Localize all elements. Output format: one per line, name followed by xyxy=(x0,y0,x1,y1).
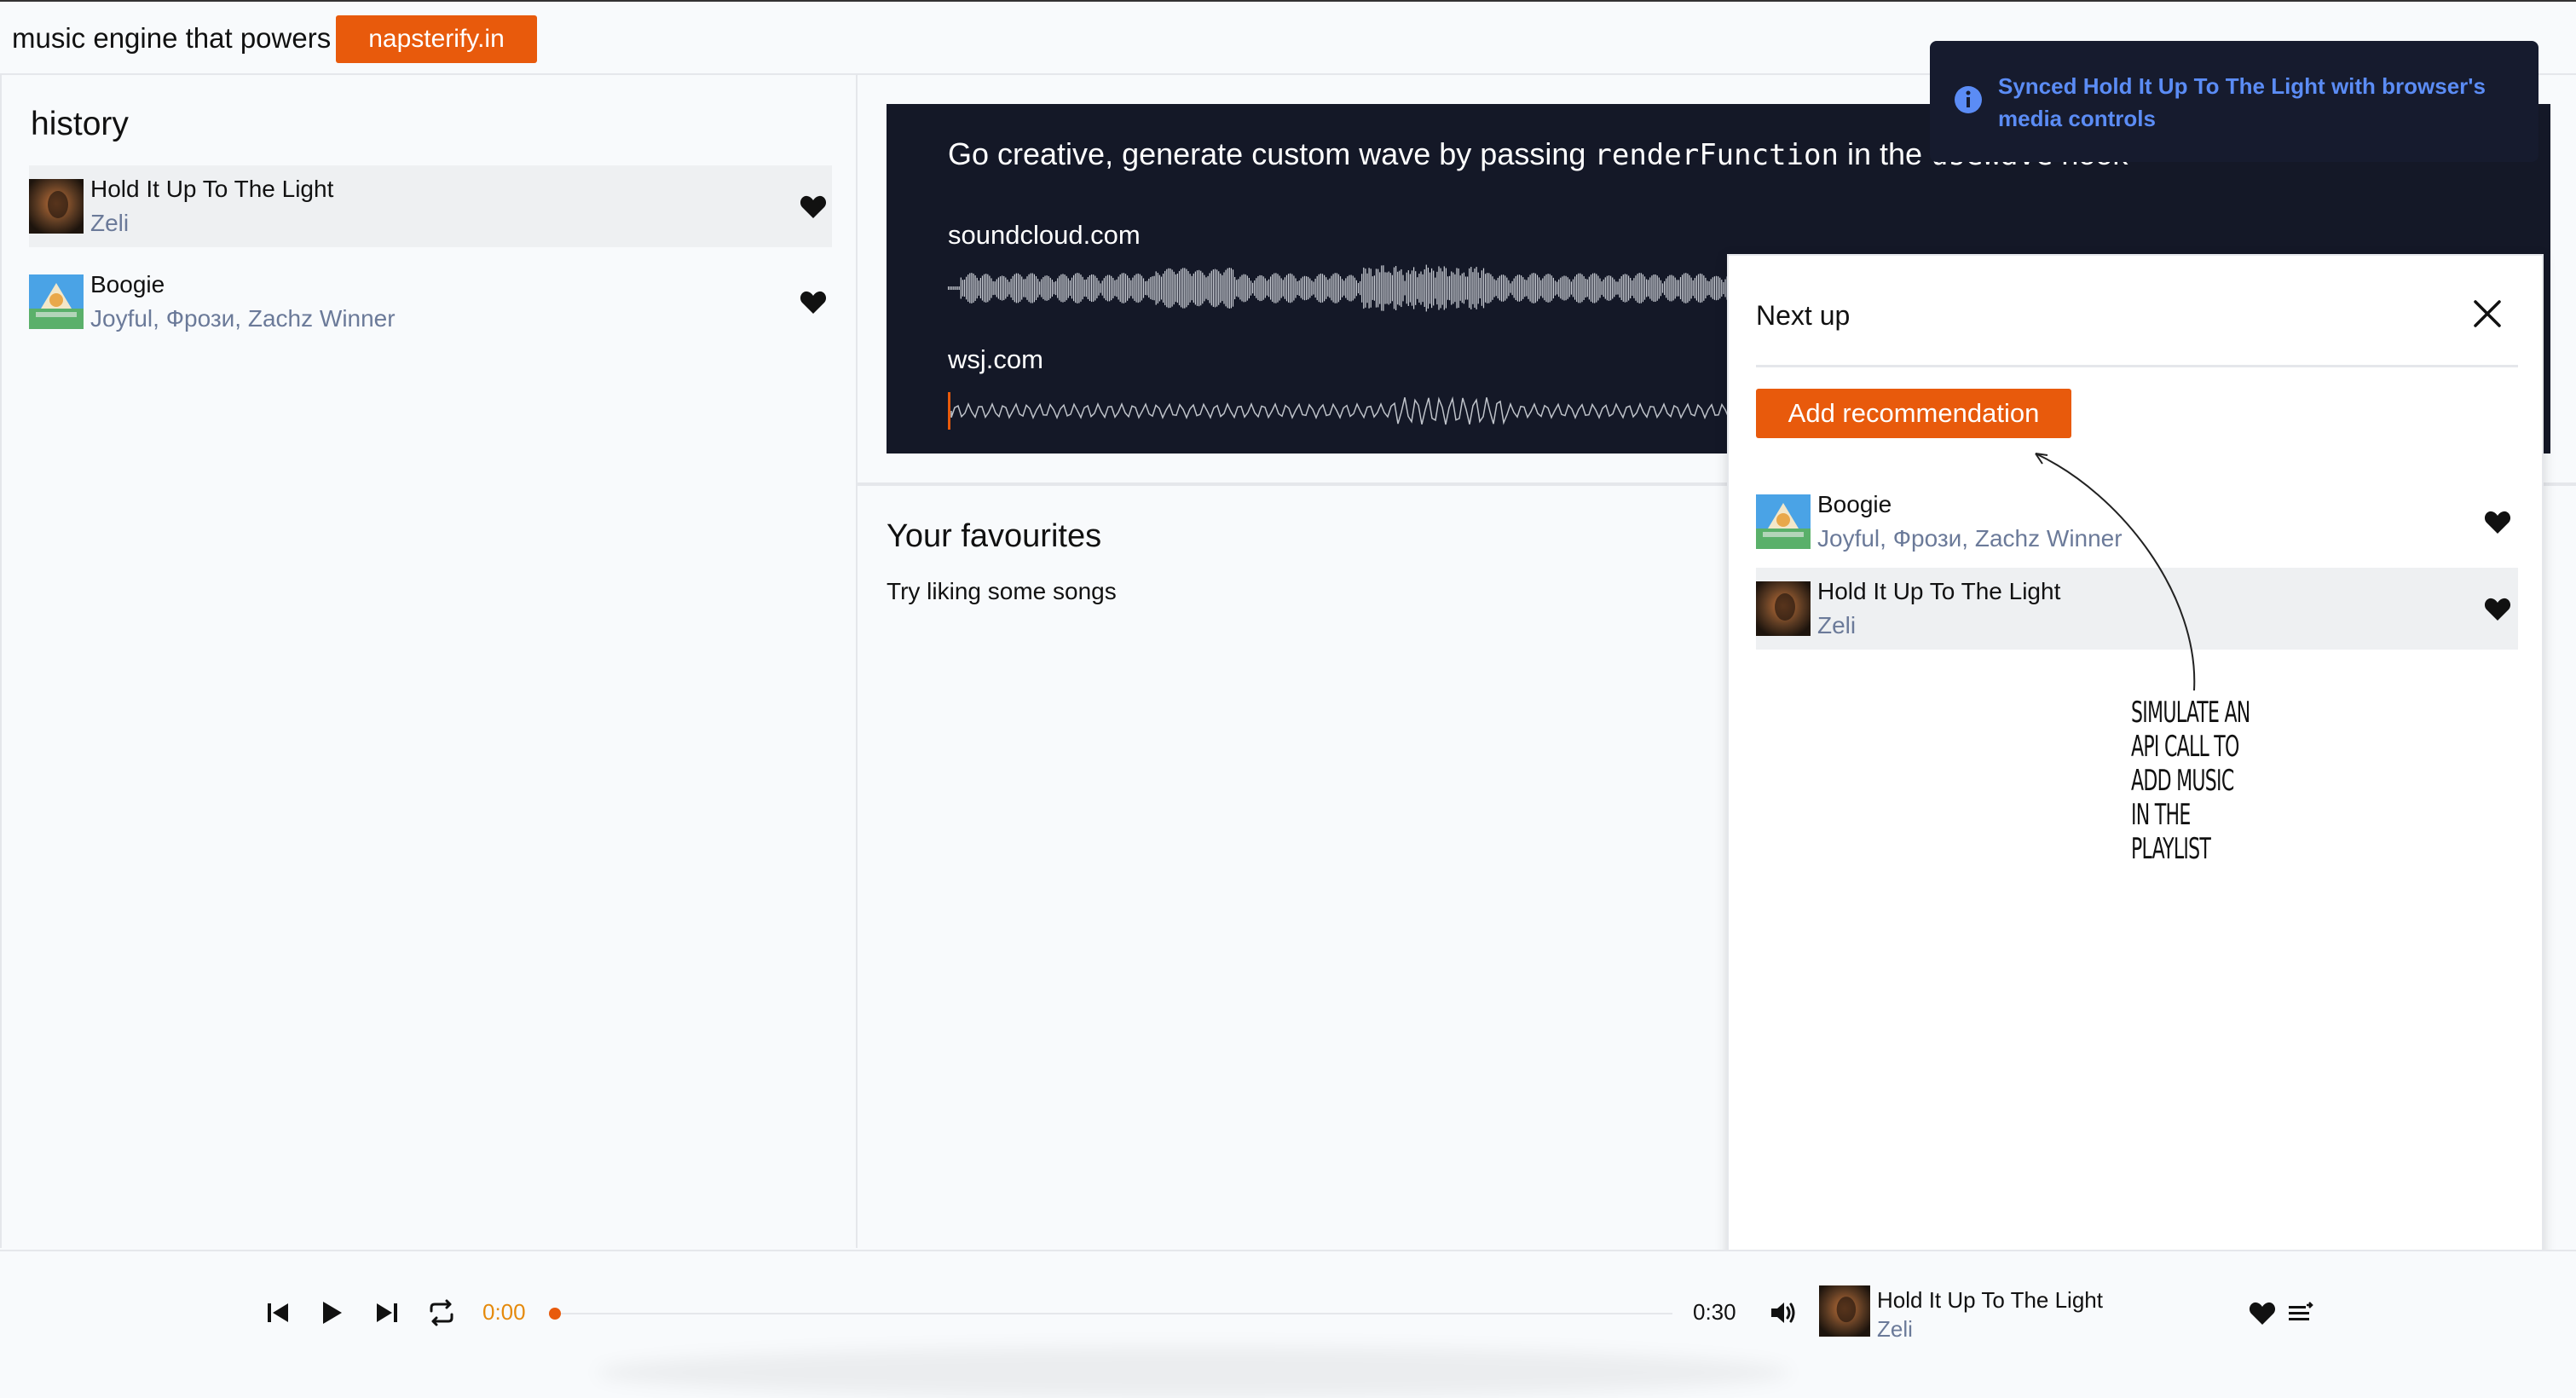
panel-divider xyxy=(1756,365,2518,367)
track-title: Hold It Up To The Light xyxy=(90,176,334,202)
queue-icon[interactable] xyxy=(2286,1297,2317,1328)
wsj-waveform[interactable] xyxy=(948,385,1800,436)
album-art-blue xyxy=(29,274,84,329)
bottom-shadow xyxy=(597,1347,1790,1398)
next-up-title: Next up xyxy=(1756,300,1851,331)
heart-icon[interactable] xyxy=(2484,597,2511,622)
previous-icon[interactable] xyxy=(263,1297,293,1328)
now-playing-title: Hold It Up To The Light xyxy=(1877,1287,2103,1313)
info-icon xyxy=(1955,86,1982,113)
seek-handle[interactable] xyxy=(549,1308,561,1320)
album-art-blue xyxy=(1756,494,1811,549)
headline-text: Go creative, generate custom wave by pas… xyxy=(948,136,1595,171)
heart-icon[interactable] xyxy=(800,194,827,220)
track-artist[interactable]: Zeli xyxy=(90,210,333,237)
album-art-dark xyxy=(1819,1285,1870,1337)
tagline: music engine that powers xyxy=(12,22,332,54)
heart-icon[interactable] xyxy=(2484,510,2511,535)
history-item[interactable]: Hold It Up To The Light Zeli xyxy=(29,165,832,247)
volume-icon[interactable] xyxy=(1768,1297,1799,1328)
track-artist[interactable]: Joyful, Фрози, Zachz Winner xyxy=(90,305,396,332)
wave-label-wsj: wsj.com xyxy=(948,344,1043,374)
annotation-arrow xyxy=(2035,453,2196,691)
total-time: 0:30 xyxy=(1693,1299,1736,1325)
history-sidebar: history Hold It Up To The Light Zeli Boo… xyxy=(0,75,858,1248)
track-title: Boogie xyxy=(90,271,165,298)
soundcloud-waveform[interactable] xyxy=(948,254,1800,322)
wave-label-soundcloud: soundcloud.com xyxy=(948,220,1141,250)
annotation-text: SIMULATE AN API CALL TO ADD MUSIC IN THE… xyxy=(2131,696,2250,866)
close-icon[interactable] xyxy=(2472,298,2503,329)
toast-message: Synced Hold It Up To The Light with brow… xyxy=(1998,73,2486,131)
heart-icon[interactable] xyxy=(800,290,827,315)
add-recommendation-button[interactable]: Add recommendation xyxy=(1756,389,2071,438)
heart-icon[interactable] xyxy=(2249,1301,2276,1326)
next-icon[interactable] xyxy=(372,1297,402,1328)
current-time: 0:00 xyxy=(482,1299,526,1325)
favourites-title: Your favourites xyxy=(887,518,1102,554)
brand-link-button[interactable]: napsterify.in xyxy=(336,15,537,63)
history-heading: history xyxy=(31,106,129,142)
favourites-empty-text: Try liking some songs xyxy=(887,578,1117,604)
album-art-dark xyxy=(29,179,84,234)
history-item[interactable]: Boogie Joyful, Фрози, Zachz Winner xyxy=(29,261,832,343)
repeat-icon[interactable] xyxy=(426,1297,457,1328)
play-icon[interactable] xyxy=(315,1297,346,1328)
seek-bar[interactable] xyxy=(554,1313,1672,1314)
headline-code: renderFunction xyxy=(1594,138,1839,172)
sync-toast: Synced Hold It Up To The Light with brow… xyxy=(1930,41,2538,162)
headline-text: in the xyxy=(1838,136,1932,171)
album-art-dark xyxy=(1756,581,1811,636)
now-playing-artist[interactable]: Zeli xyxy=(1877,1316,1913,1343)
